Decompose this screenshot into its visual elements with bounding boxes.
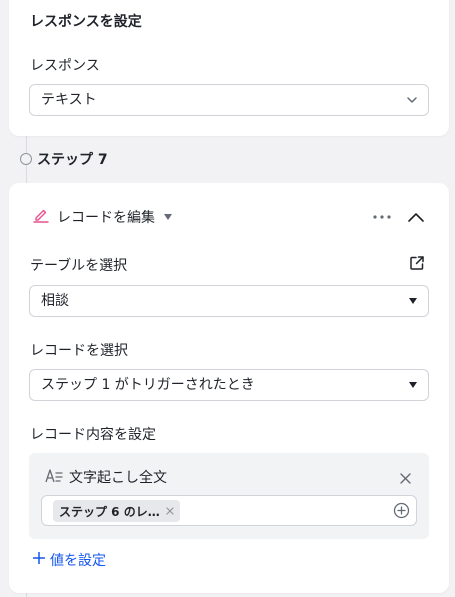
- step-dot-icon: [20, 153, 32, 165]
- response-label: レスポンス: [30, 58, 100, 74]
- caret-down-icon[interactable]: [163, 213, 173, 221]
- close-icon[interactable]: [400, 469, 411, 488]
- text-field-icon: [45, 468, 63, 487]
- record-select-value: ステップ 1 がトリガーされたとき: [41, 377, 255, 393]
- field-header: 文字起こし全文: [45, 467, 167, 487]
- more-icon[interactable]: [372, 207, 392, 227]
- chevron-up-icon[interactable]: [407, 207, 425, 227]
- field-config: 文字起こし全文 ステップ 6 のレ…: [29, 453, 429, 539]
- variable-chip-label: ステップ 6 のレ…: [59, 504, 160, 519]
- caret-down-icon: [408, 286, 418, 316]
- response-card-title: レスポンスを設定: [30, 14, 142, 30]
- close-icon[interactable]: [166, 507, 174, 515]
- page: レスポンスを設定 レスポンス テキスト ステップ 7 レコードを編集 テーブルを…: [0, 0, 455, 597]
- plus-icon: [32, 551, 46, 568]
- content-label: レコード内容を設定: [30, 427, 156, 443]
- variable-chip[interactable]: ステップ 6 のレ…: [53, 500, 180, 522]
- record-label: レコードを選択: [30, 343, 128, 359]
- table-select-value: 相談: [41, 293, 69, 309]
- table-label: テーブルを選択: [30, 258, 128, 274]
- field-name: 文字起こし全文: [69, 470, 167, 486]
- response-select-value: テキスト: [41, 92, 97, 108]
- edit-icon: [33, 207, 49, 227]
- action-title: レコードを編集: [57, 210, 155, 226]
- response-card: レスポンスを設定 レスポンス テキスト: [9, 0, 449, 136]
- add-value-button[interactable]: 値を設定: [32, 550, 106, 570]
- step-label: ステップ 7: [37, 152, 108, 168]
- plus-circle-icon[interactable]: [393, 502, 410, 523]
- table-select[interactable]: 相談: [29, 285, 429, 317]
- step-marker: ステップ 7: [20, 149, 108, 169]
- action-header[interactable]: レコードを編集: [33, 207, 173, 227]
- response-select[interactable]: テキスト: [29, 84, 429, 116]
- chevron-down-icon: [406, 85, 418, 115]
- record-select[interactable]: ステップ 1 がトリガーされたとき: [29, 369, 429, 401]
- caret-down-icon: [408, 370, 418, 400]
- field-value-input[interactable]: ステップ 6 のレ…: [41, 495, 417, 526]
- external-link-icon[interactable]: [409, 255, 425, 275]
- add-value-label: 値を設定: [50, 553, 106, 569]
- action-card: レコードを編集 テーブルを選択 相談 レコードを選択 ステップ 1 がトリガーさ…: [9, 183, 449, 593]
